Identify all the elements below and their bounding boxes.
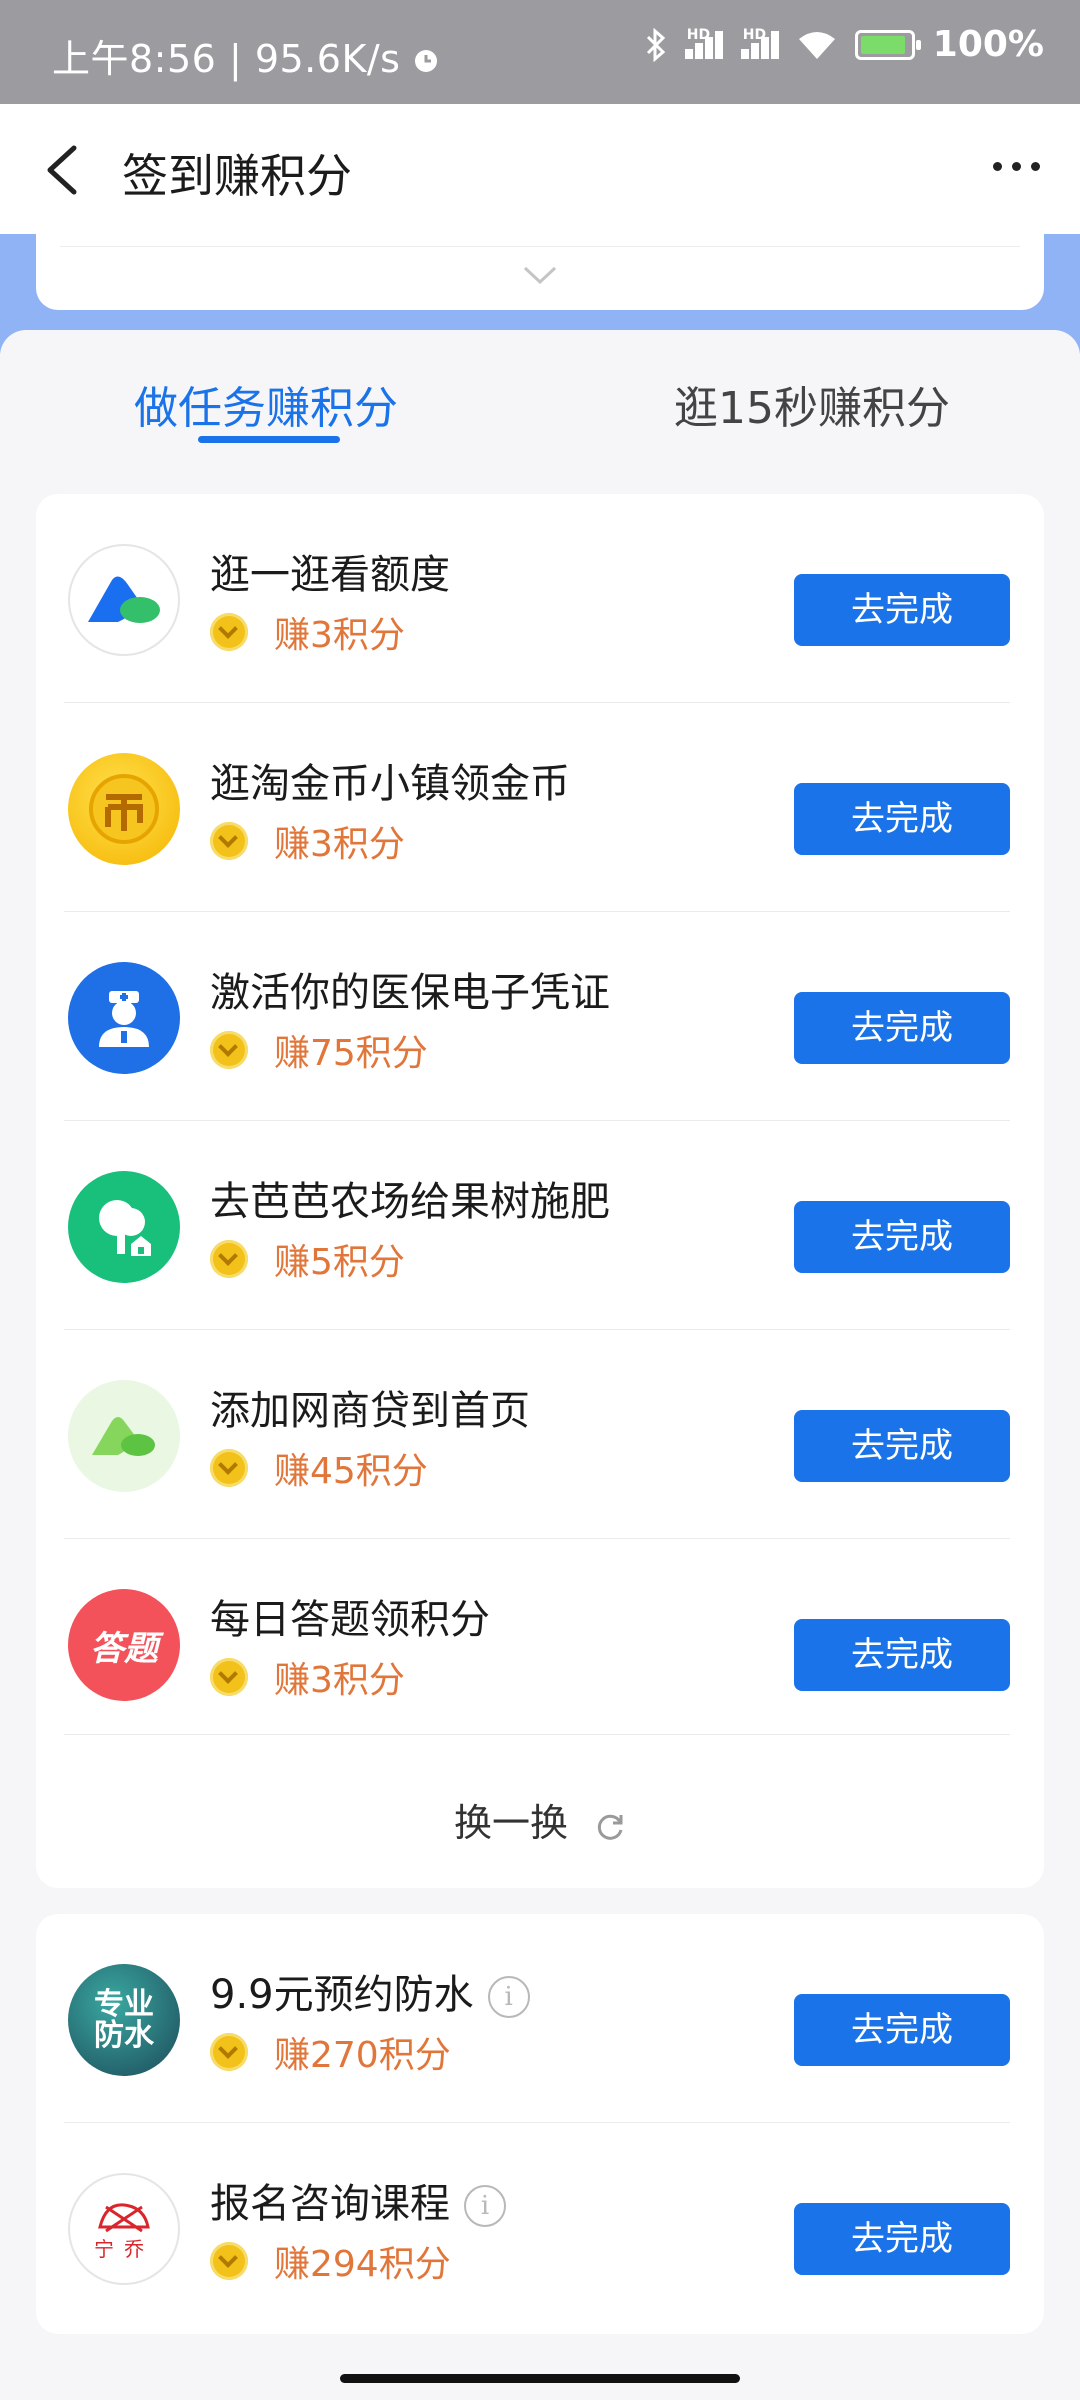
- task-title: 逛淘金币小镇领金币: [210, 761, 570, 807]
- complete-button[interactable]: 去完成: [794, 1994, 1010, 2066]
- reward-points: 赚3积分: [274, 615, 405, 656]
- more-options-icon[interactable]: [993, 162, 1040, 171]
- ningqiao-logo-icon: 宁乔: [68, 2173, 180, 2285]
- complete-button[interactable]: 去完成: [794, 2203, 1010, 2275]
- task-row: 逛一逛看额度 赚3积分 去完成: [36, 494, 1044, 703]
- task-row: 宁乔 报名咨询课程 i 赚294积分 去完成: [36, 2123, 1044, 2332]
- clock-icon: [415, 50, 438, 72]
- quiz-icon-text: 答题: [90, 1628, 158, 1669]
- reward: 赚45积分: [210, 1442, 428, 1494]
- reward-points: 赚75积分: [274, 1033, 428, 1074]
- reward-points: 赚270积分: [274, 2035, 451, 2076]
- task-row: 去芭芭农场给果树施肥 赚5积分 去完成: [36, 1121, 1044, 1330]
- wifi-icon: [798, 31, 835, 59]
- status-time: 上午8:56: [52, 37, 217, 81]
- info-icon[interactable]: i: [487, 1976, 530, 2018]
- reward-points: 赚5积分: [274, 1242, 405, 1283]
- signal-2-icon: HD: [740, 27, 779, 59]
- complete-button[interactable]: 去完成: [794, 1201, 1010, 1273]
- ad-task-card: 专业防水 9.9元预约防水 i 赚270积分 去完成 宁乔 报名咨询课程 i 赚29…: [36, 1914, 1044, 2334]
- task-title: 添加网商贷到首页: [210, 1388, 530, 1434]
- tab-do-tasks[interactable]: 做任务赚积分: [134, 372, 398, 436]
- coin-icon: [210, 1031, 248, 1069]
- coin-icon: [210, 2033, 248, 2071]
- reward-points: 赚45积分: [274, 1451, 428, 1492]
- reward: 赚294积分: [210, 2235, 451, 2287]
- reward: 赚75积分: [210, 1024, 428, 1076]
- coin-icon: [210, 613, 248, 651]
- complete-button[interactable]: 去完成: [794, 574, 1010, 646]
- tab-bar: 做任务赚积分 逛15秒赚积分: [0, 330, 1080, 480]
- info-icon[interactable]: i: [464, 2185, 506, 2227]
- signal-1-icon: HD: [684, 27, 723, 59]
- network-speed: 95.6K/s: [254, 37, 401, 81]
- reward: 赚3积分: [210, 815, 405, 867]
- back-icon[interactable]: [40, 142, 90, 198]
- task-row: 逛淘金币小镇领金币 赚3积分 去完成: [36, 703, 1044, 912]
- task-title: 激活你的医保电子凭证: [210, 970, 610, 1016]
- task-title: 去芭芭农场给果树施肥: [210, 1179, 610, 1225]
- app-header: 签到赚积分: [0, 104, 1080, 234]
- task-card: 逛一逛看额度 赚3积分 去完成 逛淘金币小镇领金币 赚3积分 去完成 激活你的医…: [36, 494, 1044, 1888]
- tab-browse-15s[interactable]: 逛15秒赚积分: [674, 372, 950, 436]
- task-title-text: 9.9元预约防水: [210, 1972, 474, 2018]
- page-title: 签到赚积分: [122, 149, 352, 203]
- tree-icon: [68, 1171, 180, 1283]
- home-indicator[interactable]: [340, 2374, 740, 2383]
- refresh-button[interactable]: 换一换: [36, 1792, 1044, 1852]
- waterproof-icon: 专业防水: [68, 1964, 180, 2076]
- reward: 赚5积分: [210, 1233, 405, 1285]
- status-bar: 上午8:56 | 95.6K/s HD HD 100%: [0, 0, 1080, 104]
- task-row: 答题 每日答题领积分 赚3积分 去完成: [36, 1539, 1044, 1748]
- divider: [64, 1734, 1010, 1735]
- doctor-icon: [68, 962, 180, 1074]
- complete-button[interactable]: 去完成: [794, 1619, 1010, 1691]
- chevron-down-icon[interactable]: [522, 264, 558, 286]
- battery-level: 100%: [932, 24, 1044, 65]
- task-title: 9.9元预约防水 i: [210, 1962, 530, 2020]
- complete-button[interactable]: 去完成: [794, 1410, 1010, 1482]
- reward: 赚3积分: [210, 606, 405, 658]
- coin-icon: [210, 1449, 248, 1487]
- waterproof-icon-text: 专业防水: [94, 1986, 154, 2053]
- reward-points: 赚3积分: [274, 824, 405, 865]
- task-title-text: 报名咨询课程: [210, 2181, 450, 2227]
- task-row: 激活你的医保电子凭证 赚75积分 去完成: [36, 912, 1044, 1121]
- reward: 赚3积分: [210, 1651, 405, 1703]
- coin-icon: [210, 822, 248, 860]
- mybank-light-icon: [68, 1380, 180, 1492]
- refresh-label: 换一换: [453, 1801, 568, 1845]
- task-title: 逛一逛看额度: [210, 552, 450, 598]
- task-row: 专业防水 9.9元预约防水 i 赚270积分 去完成: [36, 1914, 1044, 2123]
- coin-icon: [210, 1658, 248, 1696]
- task-title: 报名咨询课程 i: [210, 2171, 506, 2229]
- reward-points: 赚294积分: [274, 2244, 451, 2285]
- status-left: 上午8:56 | 95.6K/s: [52, 28, 439, 83]
- quiz-icon: 答题: [68, 1589, 180, 1701]
- complete-button[interactable]: 去完成: [794, 783, 1010, 855]
- reward-points: 赚3积分: [274, 1660, 405, 1701]
- complete-button[interactable]: 去完成: [794, 992, 1010, 1064]
- reward: 赚270积分: [210, 2026, 451, 2078]
- refresh-icon: [597, 1814, 623, 1840]
- collapsed-card: [36, 234, 1044, 310]
- coin-icon: [210, 2242, 248, 2280]
- mybank-logo-icon: [68, 544, 180, 656]
- tab-indicator: [198, 436, 340, 443]
- divider: [60, 246, 1020, 247]
- battery-icon: [854, 29, 921, 60]
- task-title: 每日答题领积分: [210, 1597, 490, 1643]
- logo-text: 宁乔: [94, 2236, 154, 2261]
- gold-coin-icon: [68, 753, 180, 865]
- task-row: 添加网商贷到首页 赚45积分 去完成: [36, 1330, 1044, 1539]
- bluetooth-icon: [646, 27, 665, 62]
- coin-icon: [210, 1240, 248, 1278]
- status-right: HD HD 100%: [645, 24, 1044, 65]
